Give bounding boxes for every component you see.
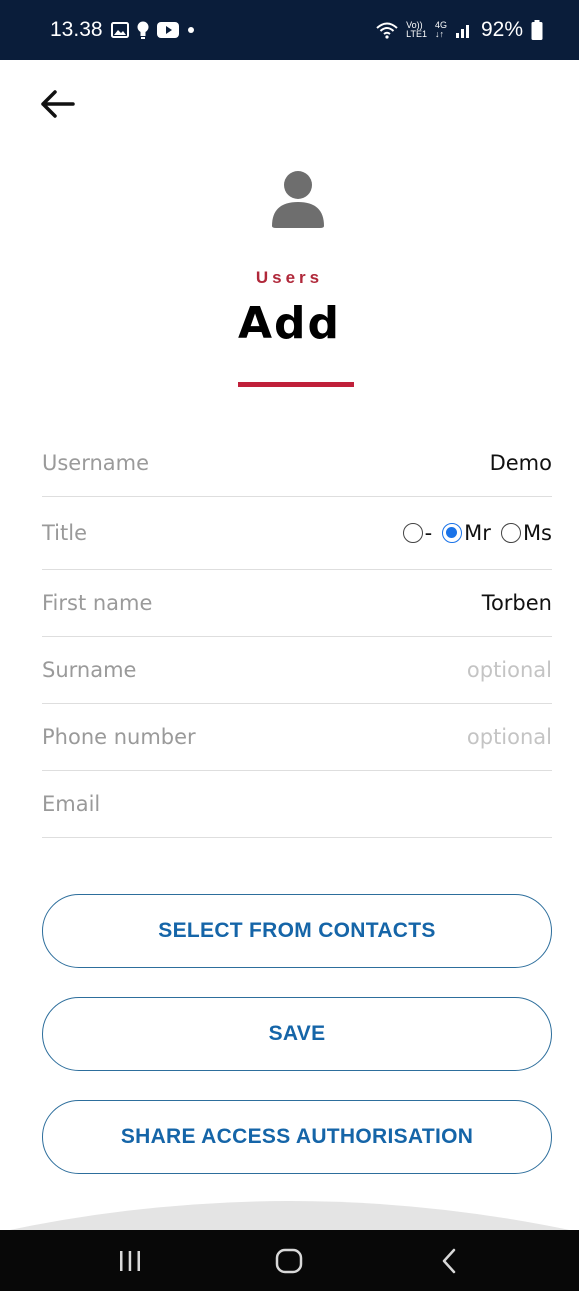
radio-label-none: -	[424, 521, 433, 545]
battery-icon	[531, 20, 543, 40]
page-title: Add	[237, 298, 342, 349]
arrow-left-icon	[41, 90, 75, 118]
bulb-icon	[137, 21, 149, 39]
home-icon	[276, 1248, 303, 1273]
phone-label: Phone number	[42, 725, 196, 749]
bottom-curve	[0, 1190, 579, 1232]
email-label: Email	[42, 792, 101, 816]
back-button[interactable]	[38, 86, 78, 122]
system-nav-bar	[0, 1230, 579, 1291]
network-gen-indicator: 4G ↓↑	[435, 21, 447, 39]
title-radio-group: - Mr Ms	[402, 521, 552, 545]
email-row[interactable]: Email	[42, 771, 552, 838]
title-radio-none[interactable]: -	[402, 521, 433, 545]
recent-apps-button[interactable]	[100, 1241, 160, 1281]
data-arrows-icon: ↓↑	[434, 29, 444, 39]
status-right: Vo)) LTE1 4G ↓↑ 92%	[376, 18, 543, 42]
system-back-button[interactable]	[419, 1241, 479, 1281]
first-name-field[interactable]: Torben	[482, 591, 552, 615]
lte-label: LTE1	[406, 29, 427, 39]
recent-apps-icon	[119, 1250, 140, 1271]
title-radio-ms[interactable]: Ms	[500, 521, 552, 545]
radio-circle[interactable]	[500, 523, 521, 543]
battery-percent: 92%	[480, 18, 523, 41]
select-from-contacts-button[interactable]: SELECT FROM CONTACTS	[42, 894, 552, 968]
surname-field[interactable]: optional	[467, 658, 552, 682]
home-button[interactable]	[259, 1241, 319, 1281]
dot-icon	[187, 26, 195, 34]
radio-circle-checked[interactable]	[442, 523, 463, 543]
user-form: Username Demo Title - Mr Ms First name T…	[42, 430, 552, 838]
status-time: 13.38	[50, 18, 103, 41]
first-name-row[interactable]: First name Torben	[42, 570, 552, 637]
surname-label: Surname	[42, 658, 137, 682]
status-bar: 13.38 Vo)) LTE1 4G ↓↑ 92%	[0, 0, 579, 60]
wifi-icon	[376, 21, 398, 39]
radio-circle[interactable]	[402, 523, 423, 543]
signal-icon	[455, 22, 473, 38]
gallery-icon	[110, 22, 129, 38]
user-avatar-icon	[268, 166, 328, 228]
chevron-left-icon	[442, 1248, 456, 1273]
youtube-icon	[156, 22, 179, 38]
save-button[interactable]: SAVE	[42, 997, 552, 1071]
title-label: Title	[42, 521, 88, 545]
radio-label-ms: Ms	[522, 521, 552, 545]
phone-row[interactable]: Phone number optional	[42, 704, 552, 771]
first-name-label: First name	[42, 591, 153, 615]
phone-field[interactable]: optional	[467, 725, 552, 749]
volte-indicator: Vo)) LTE1	[406, 21, 427, 39]
title-row: Title - Mr Ms	[42, 497, 552, 570]
radio-label-mr: Mr	[464, 521, 491, 545]
status-left: 13.38	[50, 18, 195, 42]
title-radio-mr[interactable]: Mr	[442, 521, 491, 545]
title-underline	[238, 382, 354, 387]
username-row[interactable]: Username Demo	[42, 430, 552, 497]
username-label: Username	[42, 451, 150, 475]
username-field[interactable]: Demo	[490, 451, 552, 475]
section-label: Users	[255, 268, 324, 287]
surname-row[interactable]: Surname optional	[42, 637, 552, 704]
share-access-button[interactable]: SHARE ACCESS AUTHORISATION	[42, 1100, 552, 1174]
